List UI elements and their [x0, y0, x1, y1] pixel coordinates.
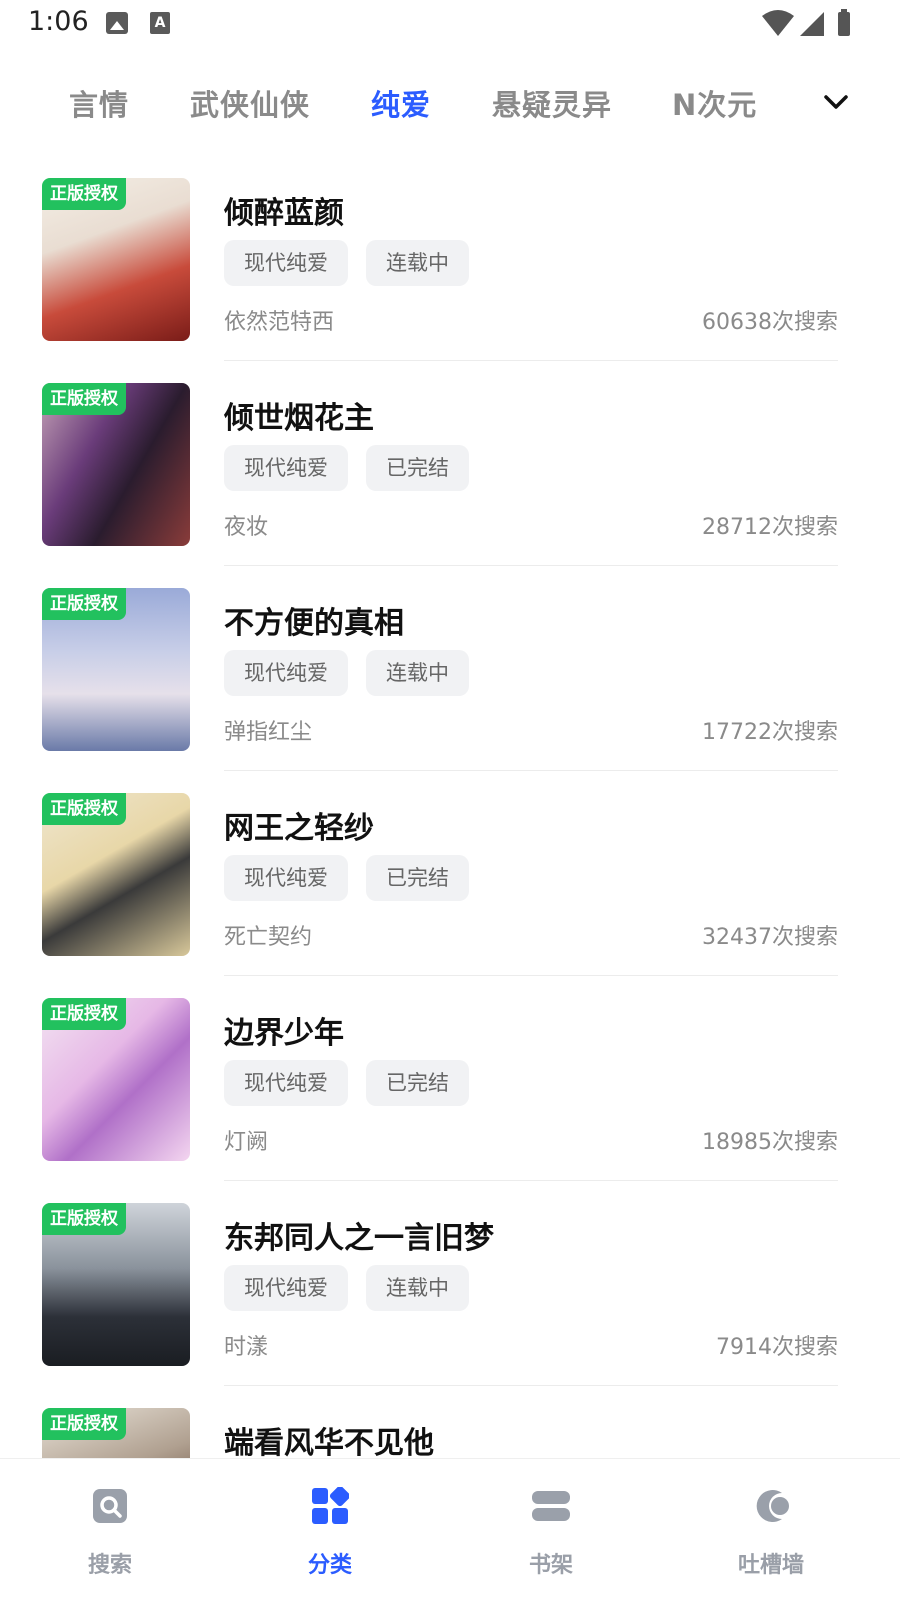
system-status-icons — [762, 9, 850, 36]
genre-tag: 现代纯爱 — [224, 240, 348, 286]
status-tag: 已完结 — [366, 1060, 469, 1106]
comment-wall-icon — [756, 1490, 789, 1522]
battery-icon — [838, 12, 850, 36]
search-count: 7914次搜索 — [716, 1335, 838, 1360]
chevron-down-icon[interactable] — [822, 88, 850, 116]
book-item[interactable]: 正版授权 网王之轻纱 现代纯爱 已完结 死亡契约 32437次搜索 — [0, 785, 900, 990]
book-item[interactable]: 正版授权 端看风华不见他 — [0, 1400, 900, 1460]
search-count: 28712次搜索 — [702, 515, 838, 540]
book-title: 倾醉蓝颜 — [224, 196, 344, 231]
tab-danmei[interactable]: 纯爱 — [371, 82, 431, 124]
book-item[interactable]: 正版授权 倾世烟花主 现代纯爱 已完结 夜妆 28712次搜索 — [0, 375, 900, 580]
bookshelf-icon — [532, 1491, 570, 1521]
book-item[interactable]: 正版授权 倾醉蓝颜 现代纯爱 连载中 依然范特西 60638次搜索 — [0, 170, 900, 375]
nav-bookshelf-label: 书架 — [528, 1553, 573, 1578]
licensed-badge: 正版授权 — [42, 1203, 126, 1235]
book-title: 边界少年 — [224, 1016, 344, 1051]
book-author: 灯阙 — [224, 1130, 269, 1155]
status-bar: 1:06 A — [0, 0, 900, 52]
book-list: 正版授权 倾醉蓝颜 现代纯爱 连载中 依然范特西 60638次搜索 正版授权 倾… — [0, 170, 900, 1460]
search-count: 18985次搜索 — [702, 1130, 838, 1155]
genre-tag: 现代纯爱 — [224, 1060, 348, 1106]
category-icon — [312, 1487, 349, 1524]
search-count: 60638次搜索 — [702, 310, 838, 335]
book-author: 时漾 — [224, 1335, 269, 1360]
search-count: 32437次搜索 — [702, 925, 838, 950]
status-tag: 已完结 — [366, 855, 469, 901]
divider — [224, 770, 838, 771]
licensed-badge: 正版授权 — [42, 998, 126, 1030]
text-notification-icon: A — [150, 12, 170, 34]
book-title: 端看风华不见他 — [224, 1426, 434, 1460]
genre-tag: 现代纯爱 — [224, 445, 348, 491]
licensed-badge: 正版授权 — [42, 793, 126, 825]
book-author: 弹指红尘 — [224, 720, 313, 745]
nav-comment-wall-label: 吐槽墙 — [737, 1553, 804, 1578]
genre-tag: 现代纯爱 — [224, 1265, 348, 1311]
wifi-icon — [762, 10, 794, 36]
genre-tag: 现代纯爱 — [224, 650, 348, 696]
book-author: 死亡契约 — [224, 925, 313, 950]
signal-icon — [800, 12, 824, 36]
bottom-navigation: 搜索 分类 书架 吐槽墙 — [0, 1458, 900, 1601]
nav-search[interactable]: 搜索 — [50, 1477, 170, 1587]
book-title: 倾世烟花主 — [224, 401, 374, 436]
nav-category[interactable]: 分类 — [270, 1477, 390, 1587]
nav-bookshelf[interactable]: 书架 — [491, 1477, 611, 1587]
search-count: 17722次搜索 — [702, 720, 838, 745]
status-tag: 连载中 — [366, 1265, 469, 1311]
status-tag: 已完结 — [366, 445, 469, 491]
status-tag: 连载中 — [366, 240, 469, 286]
book-author: 夜妆 — [224, 515, 269, 540]
gallery-notification-icon — [106, 12, 128, 34]
book-author: 依然范特西 — [224, 310, 335, 335]
status-tag: 连载中 — [366, 650, 469, 696]
divider — [224, 1385, 838, 1386]
search-icon — [93, 1489, 127, 1523]
tab-suspense[interactable]: 悬疑灵异 — [492, 82, 612, 124]
status-time: 1:06 — [28, 6, 89, 37]
tab-n-dimension[interactable]: N次元 — [672, 82, 757, 124]
licensed-badge: 正版授权 — [42, 178, 126, 210]
licensed-badge: 正版授权 — [42, 1408, 126, 1440]
book-item[interactable]: 正版授权 边界少年 现代纯爱 已完结 灯阙 18985次搜索 — [0, 990, 900, 1195]
book-item[interactable]: 正版授权 东邦同人之一言旧梦 现代纯爱 连载中 时漾 7914次搜索 — [0, 1195, 900, 1400]
book-title: 东邦同人之一言旧梦 — [224, 1221, 494, 1256]
book-title: 网王之轻纱 — [224, 811, 374, 846]
licensed-badge: 正版授权 — [42, 383, 126, 415]
tab-romance[interactable]: 言情 — [69, 82, 129, 124]
divider — [224, 1180, 838, 1181]
divider — [224, 565, 838, 566]
divider — [224, 360, 838, 361]
nav-search-label: 搜索 — [87, 1553, 132, 1578]
genre-tag: 现代纯爱 — [224, 855, 348, 901]
category-tabs: 言情 武侠仙侠 纯爱 悬疑灵异 N次元 — [0, 70, 900, 134]
book-item[interactable]: 正版授权 不方便的真相 现代纯爱 连载中 弹指红尘 17722次搜索 — [0, 580, 900, 785]
nav-comment-wall[interactable]: 吐槽墙 — [711, 1477, 831, 1587]
book-title: 不方便的真相 — [224, 606, 404, 641]
licensed-badge: 正版授权 — [42, 588, 126, 620]
divider — [224, 975, 838, 976]
tab-wuxia[interactable]: 武侠仙侠 — [190, 82, 310, 124]
nav-category-label: 分类 — [307, 1553, 352, 1578]
